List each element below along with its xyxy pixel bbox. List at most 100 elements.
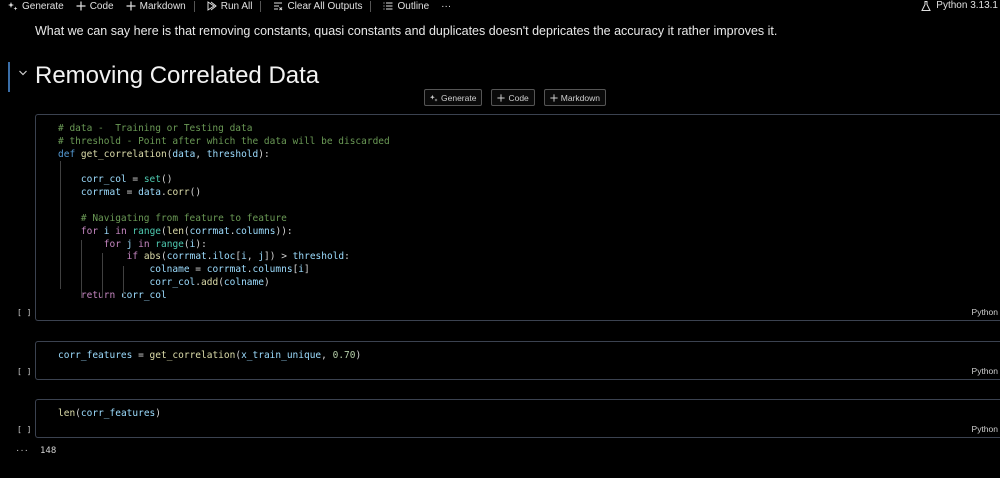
code-token: x_train_unique	[241, 350, 322, 361]
cell-focus-indicator	[8, 62, 10, 92]
toolbar-divider	[193, 0, 195, 12]
generate-button[interactable]: Generate	[8, 1, 64, 12]
code-line: corr_col.add(colname)	[58, 277, 390, 290]
code-token: # threshold - Point after which the data…	[58, 135, 390, 147]
sparkle-icon	[430, 94, 438, 102]
output-actions-button[interactable]: ···	[16, 445, 29, 456]
code-token: ):	[195, 238, 207, 250]
add-markdown-button[interactable]: Markdown	[126, 1, 186, 12]
code-token: threshold	[206, 148, 259, 160]
code-token: for	[103, 238, 127, 250]
code-token: =	[132, 350, 150, 361]
indent-guide	[81, 240, 82, 298]
cell-language-label[interactable]: Python	[972, 424, 998, 434]
code-editor[interactable]: # data - Training or Testing data # thres…	[58, 123, 390, 303]
code-cell[interactable]: corr_features = get_correlation(x_train_…	[35, 341, 1000, 380]
code-token: corrmat	[189, 225, 230, 237]
plus-icon	[126, 1, 136, 11]
code-token: =	[120, 187, 139, 199]
code-editor[interactable]: len(corr_features)	[58, 408, 161, 421]
clear-outputs-icon	[274, 2, 283, 11]
plus-icon	[497, 93, 506, 102]
code-token: )):	[275, 225, 293, 237]
insert-code-label: Code	[508, 92, 529, 103]
code-line: def get_correlation(data, threshold):	[58, 149, 390, 162]
execution-count: [ ]	[17, 308, 32, 317]
code-token: corrmat	[166, 251, 207, 263]
plus-icon	[550, 93, 558, 102]
execution-count: [ ]	[17, 425, 32, 434]
code-token: )	[355, 350, 362, 361]
code-editor[interactable]: corr_features = get_correlation(x_train_…	[58, 350, 361, 363]
code-line: len(corr_features)	[58, 408, 161, 421]
insert-markdown-label: Markdown	[560, 92, 600, 103]
code-line: corrmat = data.corr()	[58, 187, 390, 200]
insert-cell-toolbar: Generate Code Markdown	[424, 89, 606, 106]
code-line: # threshold - Point after which the data…	[58, 136, 390, 149]
run-all-button[interactable]: Run All	[207, 1, 252, 12]
code-token: ,	[195, 148, 207, 160]
code-token: 0.70	[332, 350, 356, 361]
code-token: add	[201, 277, 219, 289]
code-line: for j in range(i):	[58, 239, 390, 252]
cell-language-label[interactable]: Python	[972, 366, 998, 376]
code-cell[interactable]: len(corr_features) Python	[35, 399, 1000, 438]
plus-icon	[76, 1, 86, 11]
run-all-icon	[207, 1, 217, 11]
code-cell[interactable]: # data - Training or Testing data # thres…	[35, 114, 1000, 321]
code-line: # data - Training or Testing data	[58, 123, 390, 136]
code-token: corr_features	[80, 408, 156, 419]
insert-generate-button[interactable]: Generate	[424, 89, 483, 106]
clear-all-outputs-button[interactable]: Clear All Outputs	[273, 1, 362, 12]
cell-language-label[interactable]: Python	[972, 307, 998, 317]
code-token: colname	[223, 277, 264, 289]
code-token: iloc	[212, 251, 236, 263]
toolbar-divider	[370, 0, 372, 12]
add-code-button[interactable]: Code	[76, 1, 114, 12]
code-token: set	[143, 174, 161, 186]
code-token: columns	[235, 225, 276, 237]
execution-count: [ ]	[17, 367, 32, 376]
code-token: abs	[143, 251, 161, 263]
code-token: colname	[149, 264, 190, 276]
code-token: return	[80, 289, 121, 301]
cell-output: 148	[40, 446, 57, 456]
notebook-toolbar: Generate Code Markdown Run All Clear All…	[0, 0, 1000, 12]
code-token: ()	[189, 187, 202, 199]
flask-icon	[921, 0, 932, 11]
insert-generate-label: Generate	[441, 92, 477, 103]
indent-guide	[60, 161, 61, 289]
clear-outputs-label: Clear All Outputs	[287, 0, 363, 12]
code-token: get_correlation	[149, 350, 236, 361]
code-line: corr_col = set()	[58, 174, 390, 187]
markdown-cell-text: What we can say here is that removing co…	[35, 24, 778, 38]
list-icon	[383, 2, 393, 10]
code-token: corr_col	[120, 289, 167, 301]
code-token: get_correlation	[80, 148, 167, 160]
code-line: # Navigating from feature to feature	[58, 213, 390, 226]
code-token: corr_features	[58, 350, 133, 361]
insert-markdown-button[interactable]: Markdown	[543, 89, 606, 106]
indent-guide	[102, 253, 103, 298]
sparkle-icon	[8, 2, 18, 11]
more-actions-button[interactable]: ···	[441, 1, 451, 12]
chevron-down-icon[interactable]	[18, 68, 28, 78]
code-token: corr	[166, 187, 190, 199]
code-token: ]) >	[264, 251, 293, 263]
insert-code-button[interactable]: Code	[491, 89, 535, 106]
indent-guide	[123, 266, 124, 298]
code-token: )	[263, 277, 270, 289]
code-token: corr_col	[80, 174, 127, 186]
outline-button[interactable]: Outline	[383, 1, 429, 12]
kernel-picker[interactable]: Python 3.13.1	[921, 0, 998, 11]
code-token: # Navigating from feature to feature	[80, 212, 287, 224]
